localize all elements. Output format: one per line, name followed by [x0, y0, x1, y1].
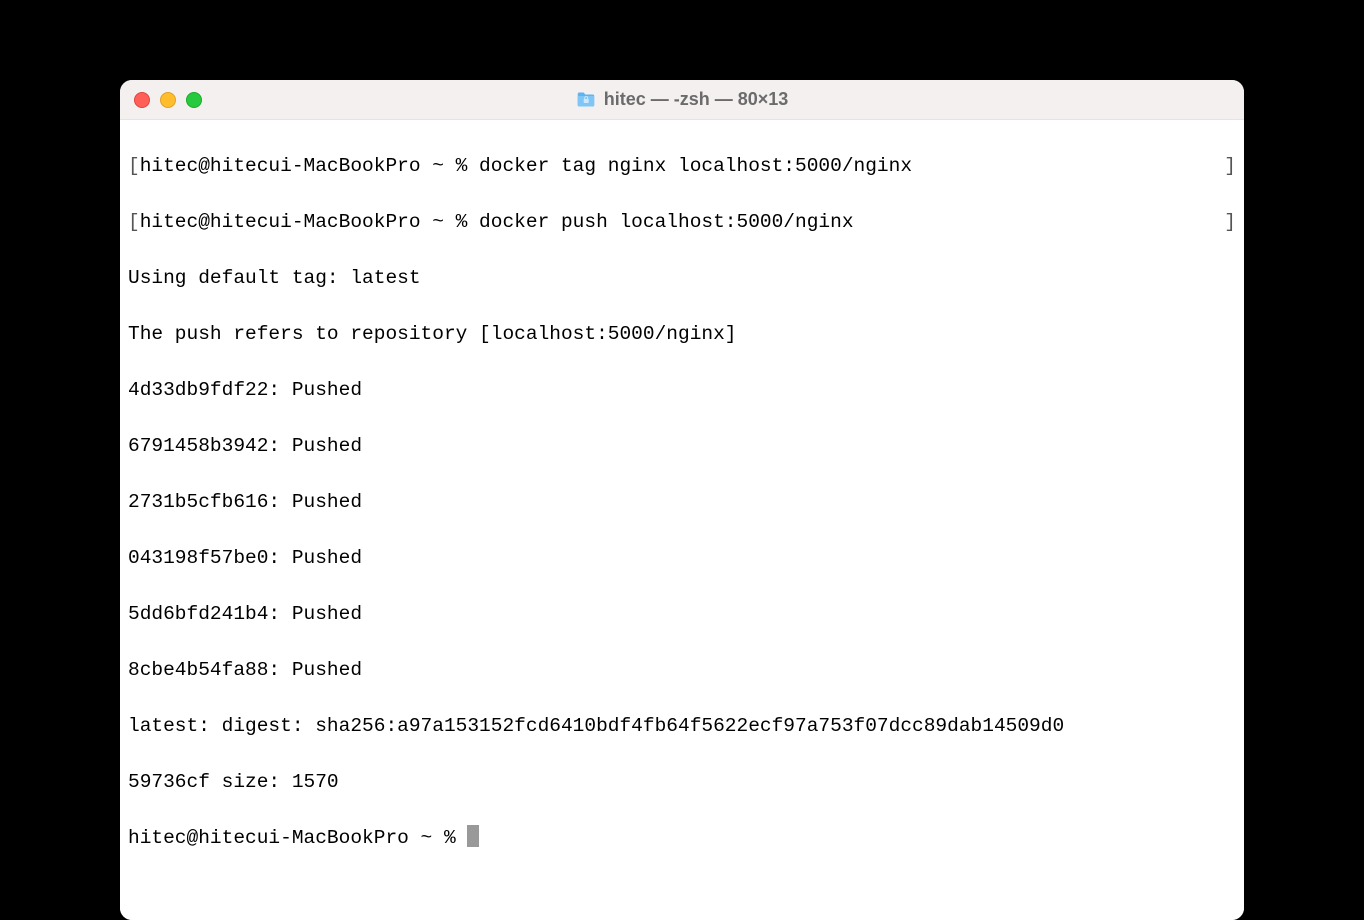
folder-icon [576, 92, 596, 108]
terminal-text: hitec@hitecui-MacBookPro ~ % docker tag … [140, 155, 912, 177]
maximize-button[interactable] [186, 92, 202, 108]
terminal-line: 5dd6bfd241b4: Pushed [128, 600, 1236, 628]
bracket-close: ] [1224, 208, 1236, 236]
terminal-line: 59736cf size: 1570 [128, 768, 1236, 796]
terminal-line: The push refers to repository [localhost… [128, 320, 1236, 348]
terminal-prompt: hitec@hitecui-MacBookPro ~ % [128, 827, 467, 849]
terminal-text: hitec@hitecui-MacBookPro ~ % docker push… [140, 211, 854, 233]
window-title: hitec — -zsh — 80×13 [604, 89, 789, 110]
titlebar[interactable]: hitec — -zsh — 80×13 [120, 80, 1244, 120]
terminal-body[interactable]: [hitec@hitecui-MacBookPro ~ % docker tag… [120, 120, 1244, 920]
traffic-lights [134, 92, 202, 108]
bracket-close: ] [1224, 152, 1236, 180]
terminal-line: [hitec@hitecui-MacBookPro ~ % docker tag… [128, 152, 1236, 180]
terminal-prompt-line: hitec@hitecui-MacBookPro ~ % [128, 824, 1236, 852]
terminal-line: Using default tag: latest [128, 264, 1236, 292]
terminal-window: hitec — -zsh — 80×13 [hitec@hitecui-MacB… [120, 80, 1244, 920]
minimize-button[interactable] [160, 92, 176, 108]
terminal-line: 8cbe4b54fa88: Pushed [128, 656, 1236, 684]
terminal-line: [hitec@hitecui-MacBookPro ~ % docker pus… [128, 208, 1236, 236]
bracket-open: [ [128, 155, 140, 177]
terminal-line: 6791458b3942: Pushed [128, 432, 1236, 460]
bracket-open: [ [128, 211, 140, 233]
cursor [467, 825, 479, 847]
window-title-container: hitec — -zsh — 80×13 [576, 89, 789, 110]
terminal-line: 2731b5cfb616: Pushed [128, 488, 1236, 516]
terminal-line: 4d33db9fdf22: Pushed [128, 376, 1236, 404]
terminal-line: latest: digest: sha256:a97a153152fcd6410… [128, 712, 1236, 740]
close-button[interactable] [134, 92, 150, 108]
terminal-line: 043198f57be0: Pushed [128, 544, 1236, 572]
